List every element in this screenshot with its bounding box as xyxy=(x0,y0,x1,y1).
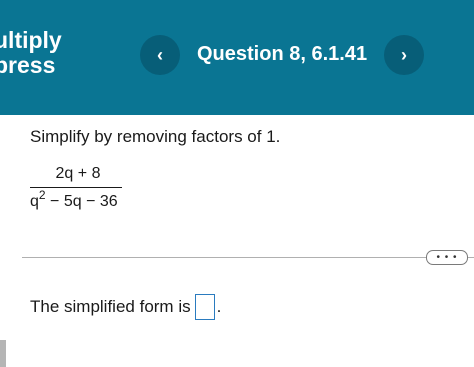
header-bar: ultiply press ‹ Question 8, 6.1.41 › xyxy=(0,0,474,115)
fraction-numerator: 2q + 8 xyxy=(55,165,101,182)
answer-row: The simplified form is . xyxy=(30,294,221,320)
section-divider xyxy=(22,257,474,258)
fraction-expression: 2q + 8 q2 − 5q − 36 xyxy=(30,163,122,213)
ellipsis-icon: • • • xyxy=(436,251,458,263)
chevron-right-icon: › xyxy=(401,44,407,65)
question-instruction: Simplify by removing factors of 1. xyxy=(30,127,281,146)
course-title-line1: ultiply xyxy=(0,27,62,53)
answer-suffix: . xyxy=(216,297,222,316)
fraction-denominator: q2 − 5q − 36 xyxy=(30,188,122,213)
denominator-base: q xyxy=(30,193,39,210)
next-question-button[interactable]: › xyxy=(384,35,424,75)
scrollbar-thumb[interactable] xyxy=(0,340,6,367)
answer-input-box[interactable] xyxy=(194,294,215,320)
chevron-left-icon: ‹ xyxy=(157,44,163,65)
denominator-exponent: 2 xyxy=(38,188,46,202)
answer-prefix: The simplified form is xyxy=(30,297,191,316)
course-title: ultiply press xyxy=(0,28,62,78)
previous-question-button[interactable]: ‹ xyxy=(140,35,180,75)
course-title-line2: press xyxy=(0,52,56,78)
question-label: Question 8, 6.1.41 xyxy=(197,43,368,65)
denominator-rest: − 5q − 36 xyxy=(45,193,118,210)
more-options-button[interactable]: • • • xyxy=(426,250,468,265)
